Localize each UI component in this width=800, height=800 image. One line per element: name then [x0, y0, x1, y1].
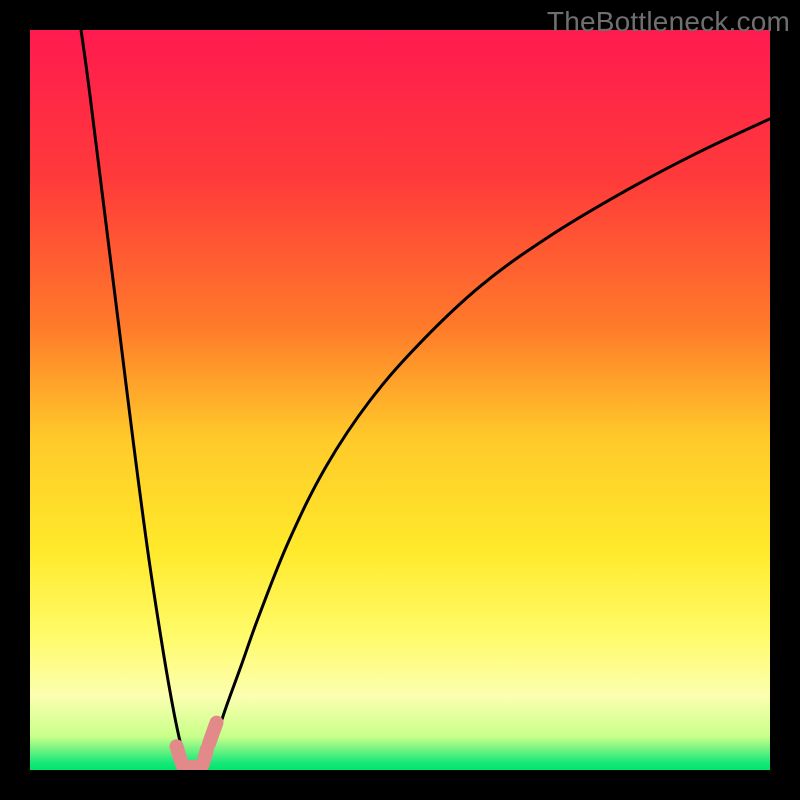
chart-frame: TheBottleneck.com: [0, 0, 800, 800]
marker-path-1: [209, 723, 216, 744]
chart-svg: [30, 30, 770, 770]
chart-background: [30, 30, 770, 770]
watermark-label: TheBottleneck.com: [547, 6, 790, 38]
chart-plot: [30, 30, 770, 770]
